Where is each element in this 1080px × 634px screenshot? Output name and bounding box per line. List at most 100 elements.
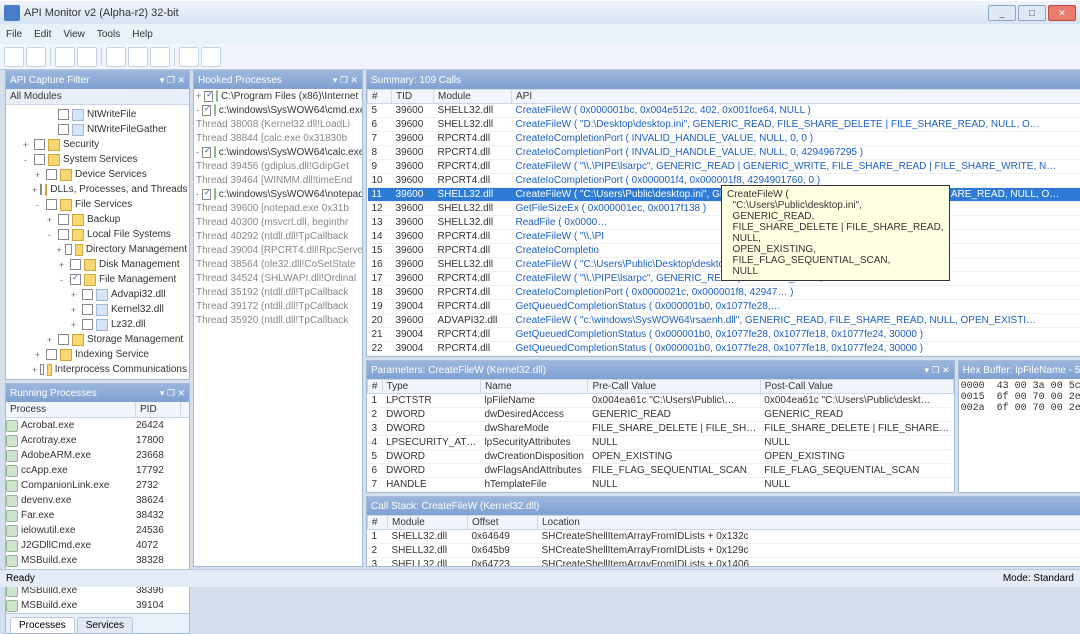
process-row[interactable]: J2GDllCmd.exe4072 [6, 538, 189, 553]
param-row[interactable]: 7HANDLEhTemplateFileNULLNULL [368, 478, 954, 492]
tree-expander[interactable]: + [196, 91, 201, 101]
summary-row[interactable]: 2139004RPCRT4.dllGetQueuedCompletionStat… [368, 328, 1080, 342]
callstack-row[interactable]: 3SHELL32.dll0x64723SHCreateShellItemArra… [368, 558, 1080, 567]
tree-item[interactable]: +Directory Management [8, 242, 187, 257]
thread-item[interactable]: Thread 39456 (gdiplus.dll!GdipGet [194, 159, 362, 173]
tree-expander[interactable]: - [196, 147, 199, 157]
hooked-process[interactable]: -c:\windows\SysWOW64\notepad.exe [194, 187, 362, 201]
menu-tools[interactable]: Tools [97, 29, 120, 40]
thread-item[interactable]: Thread 40292 (ntdll.dll!TpCallback [194, 229, 362, 243]
tree-item[interactable]: +Security [8, 137, 187, 152]
checkbox[interactable] [58, 124, 69, 135]
tree-expander[interactable]: + [56, 245, 62, 255]
tree-expander[interactable]: - [44, 230, 55, 240]
menu-edit[interactable]: Edit [34, 29, 51, 40]
thread-item[interactable]: Thread 39464 [WINMM.dll!timeEnd [194, 173, 362, 187]
tree-expander[interactable]: + [32, 185, 37, 195]
summary-row[interactable]: 639600SHELL32.dllCreateFileW ( "D:\Deskt… [368, 118, 1080, 132]
process-row[interactable]: Acrobat.exe26424 [6, 418, 189, 433]
summary-row[interactable]: 1939004RPCRT4.dllGetQueuedCompletionStat… [368, 300, 1080, 314]
toolbar-button[interactable] [106, 47, 126, 67]
tree-item[interactable]: NtWriteFile [8, 107, 187, 122]
col-header[interactable]: # [368, 516, 388, 530]
panel-ctrl[interactable]: ▾ ❐ ✕ [925, 365, 950, 376]
toolbar-button[interactable] [150, 47, 170, 67]
tree-item[interactable]: +Interprocess Communications [8, 362, 187, 377]
panel-ctrl[interactable]: ▾ ❐ ✕ [333, 75, 358, 86]
tree-item[interactable]: +Backup [8, 212, 187, 227]
checkbox[interactable] [82, 304, 93, 315]
tree-item[interactable]: +Kernel32.dll [8, 302, 187, 317]
col-header[interactable]: Pre-Call Value [588, 380, 760, 394]
tab-services[interactable]: Services [77, 617, 133, 633]
summary-row[interactable]: 539600SHELL32.dllCreateFileW ( 0x000001b… [368, 104, 1080, 118]
callstack-row[interactable]: 1SHELL32.dll0x64649SHCreateShellItemArra… [368, 530, 1080, 544]
checkbox[interactable] [46, 349, 57, 360]
col-header[interactable]: Module [434, 90, 512, 104]
panel-ctrl[interactable]: ▾ ❐ ✕ [160, 388, 185, 399]
thread-item[interactable]: Thread 38008 (Kernel32.dll!LoadLi [194, 117, 362, 131]
col-header[interactable]: # [368, 380, 383, 394]
hooked-process[interactable]: -c:\windows\SysWOW64\calc.exe (Termi [194, 145, 362, 159]
process-row[interactable]: devenv.exe38624 [6, 493, 189, 508]
process-row[interactable]: MSBuild.exe39104 [6, 598, 189, 613]
thread-item[interactable]: Thread 35920 (ntdll.dll!TpCallback [194, 313, 362, 327]
menu-view[interactable]: View [63, 29, 85, 40]
tree-expander[interactable]: + [44, 215, 55, 225]
param-row[interactable]: 5DWORDdwCreationDispositionOPEN_EXISTING… [368, 450, 954, 464]
checkbox[interactable] [34, 154, 45, 165]
tree-item[interactable]: +Storage Management [8, 332, 187, 347]
toolbar-button[interactable] [128, 47, 148, 67]
checkbox[interactable] [58, 334, 69, 345]
toolbar-button[interactable] [77, 47, 97, 67]
toolbar-button[interactable] [201, 47, 221, 67]
all-modules-dropdown[interactable]: All Modules [6, 89, 189, 105]
close-button[interactable]: ✕ [1048, 5, 1076, 21]
tree-item[interactable]: +Indexing Service [8, 347, 187, 362]
minimize-button[interactable]: _ [988, 5, 1016, 21]
toolbar-button[interactable] [26, 47, 46, 67]
param-row[interactable]: 4LPSECURITY_AT…lpSecurityAttributesNULLN… [368, 436, 954, 450]
checkbox[interactable] [58, 109, 69, 120]
thread-item[interactable]: Thread 39172 (ntdll.dll!TpCallback [194, 299, 362, 313]
hooked-process[interactable]: +C:\Program Files (x86)\Internet Explore [194, 89, 362, 103]
checkbox[interactable] [70, 274, 81, 285]
checkbox[interactable] [46, 169, 57, 180]
col-header[interactable]: Location [538, 516, 1080, 530]
tree-item[interactable]: -File Management [8, 272, 187, 287]
param-row[interactable]: 2DWORDdwDesiredAccessGENERIC_READGENERIC… [368, 408, 954, 422]
thread-item[interactable]: Thread 39004 [RPCRT4.dll!RpcServe [194, 243, 362, 257]
tree-item[interactable]: +Advapi32.dll [8, 287, 187, 302]
tree-expander[interactable]: - [196, 189, 199, 199]
checkbox[interactable] [34, 139, 45, 150]
param-row[interactable]: 6DWORDdwFlagsAndAttributesFILE_FLAG_SEQU… [368, 464, 954, 478]
thread-item[interactable]: Thread 38844 [calc.exe 0x31830b [194, 131, 362, 145]
summary-row[interactable]: 2039600ADVAPI32.dllCreateFileW ( "c:\win… [368, 314, 1080, 328]
menu-file[interactable]: File [6, 29, 22, 40]
hooked-process[interactable]: -c:\windows\SysWOW64\cmd.exe (Term [194, 103, 362, 117]
tree-item[interactable]: -File Services [8, 197, 187, 212]
checkbox[interactable] [40, 364, 44, 375]
col-header[interactable]: Type [382, 380, 480, 394]
checkbox[interactable] [58, 214, 69, 225]
tree-expander[interactable]: + [32, 350, 43, 360]
tree-expander[interactable]: + [68, 320, 79, 330]
process-row[interactable]: ielowutil.exe24536 [6, 523, 189, 538]
tree-item[interactable]: -Local File Systems [8, 227, 187, 242]
col-header[interactable]: Post-Call Value [760, 380, 953, 394]
checkbox[interactable] [70, 259, 81, 270]
tree-expander[interactable]: + [32, 170, 43, 180]
menu-help[interactable]: Help [132, 29, 153, 40]
tree-expander[interactable]: + [68, 290, 79, 300]
summary-row[interactable]: 1839600RPCRT4.dllCreateIoCompletionPort … [368, 286, 1080, 300]
process-row[interactable]: CompanionLink.exe2732 [6, 478, 189, 493]
summary-row[interactable]: 839600RPCRT4.dllCreateIoCompletionPort (… [368, 146, 1080, 160]
tree-expander[interactable]: + [20, 140, 31, 150]
summary-row[interactable]: 739600RPCRT4.dllCreateIoCompletionPort (… [368, 132, 1080, 146]
checkbox[interactable] [82, 289, 93, 300]
callstack-row[interactable]: 2SHELL32.dll0x645b9SHCreateShellItemArra… [368, 544, 1080, 558]
tree-expander[interactable]: + [32, 365, 37, 375]
checkbox[interactable] [202, 189, 211, 200]
thread-item[interactable]: Thread 39600 [notepad.exe 0x31b [194, 201, 362, 215]
tree-item[interactable]: -System Services [8, 152, 187, 167]
